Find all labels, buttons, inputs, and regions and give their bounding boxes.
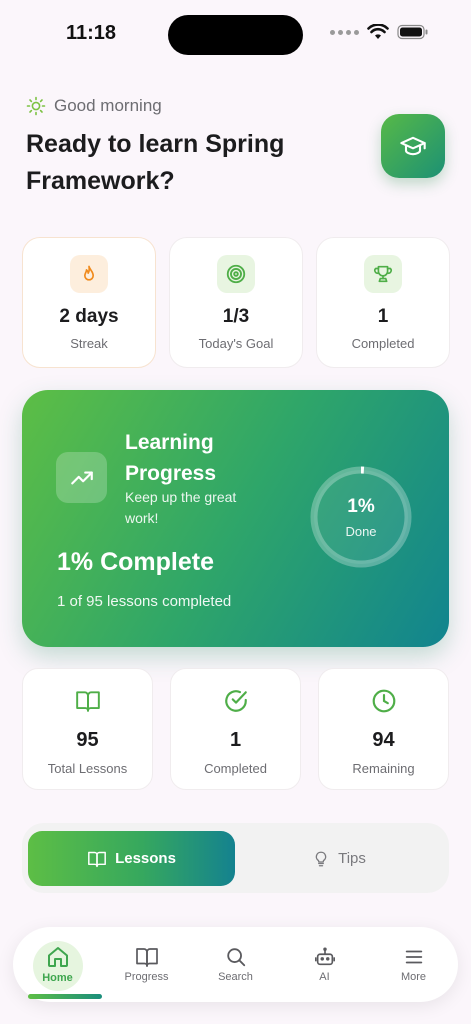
page-title: Ready to learn Spring Framework? bbox=[26, 130, 285, 195]
target-icon bbox=[217, 255, 255, 293]
completed-lessons-value: 1 bbox=[229, 729, 242, 751]
home-icon bbox=[47, 947, 68, 967]
menu-icon bbox=[405, 950, 422, 964]
robot-icon bbox=[314, 947, 335, 966]
book-icon bbox=[88, 851, 106, 867]
ring-label: Done bbox=[345, 523, 377, 539]
battery-icon bbox=[397, 24, 428, 40]
book-icon bbox=[135, 948, 158, 967]
streak-label: Streak bbox=[70, 336, 108, 351]
clock-icon bbox=[370, 687, 398, 715]
trophy-icon bbox=[364, 255, 402, 293]
tab-search-label: Search bbox=[218, 971, 253, 983]
total-lessons-value: 95 bbox=[76, 729, 99, 751]
segment-tips-label: Tips bbox=[338, 850, 366, 867]
wifi-icon bbox=[367, 24, 389, 39]
greeting-row: Good morning bbox=[26, 96, 162, 116]
status-indicators bbox=[330, 24, 429, 40]
tab-search[interactable]: Search bbox=[191, 927, 280, 1002]
daily-goal-label: Today's Goal bbox=[198, 336, 274, 351]
daily-goal-card: 1/3 Today's Goal bbox=[169, 237, 303, 368]
tab-ai-label: AI bbox=[319, 971, 330, 983]
cellular-signal-icon bbox=[330, 29, 359, 35]
remaining-lessons-label: Remaining bbox=[352, 761, 415, 776]
remaining-lessons-card: 94 Remaining bbox=[318, 668, 449, 790]
remaining-lessons-value: 94 bbox=[372, 729, 395, 751]
search-icon bbox=[226, 948, 245, 967]
greeting-text: Good morning bbox=[54, 96, 162, 115]
completed-value: 1 bbox=[377, 306, 389, 327]
trending-up-icon bbox=[56, 452, 107, 503]
tab-progress-label: Progress bbox=[124, 971, 169, 983]
courses-button[interactable] bbox=[381, 114, 445, 178]
progress-ring: 1% Done bbox=[308, 464, 414, 570]
completed-label: Completed bbox=[351, 336, 415, 351]
segment-lessons[interactable]: Lessons bbox=[28, 831, 235, 886]
progress-subtitle: Keep up the great work! bbox=[125, 489, 237, 526]
daily-goal-value: 1/3 bbox=[222, 306, 250, 327]
segment-lessons-label: Lessons bbox=[115, 850, 176, 867]
graduation-cap-icon bbox=[400, 136, 426, 156]
flame-icon bbox=[70, 255, 108, 293]
total-lessons-card: 95 Total Lessons bbox=[22, 668, 153, 790]
bottom-tab-bar: Home Progress Search AI More bbox=[13, 927, 458, 1002]
completed-lessons-card: 1 Completed bbox=[170, 668, 301, 790]
tab-more[interactable]: More bbox=[369, 927, 458, 1002]
total-lessons-label: Total Lessons bbox=[47, 761, 128, 776]
book-icon bbox=[74, 687, 102, 715]
dynamic-island bbox=[168, 15, 303, 55]
tab-more-label: More bbox=[400, 971, 427, 983]
lightbulb-icon bbox=[315, 851, 327, 866]
tab-progress[interactable]: Progress bbox=[102, 927, 191, 1002]
completed-card: 1 Completed bbox=[316, 237, 450, 368]
sun-icon bbox=[26, 96, 46, 116]
learning-progress-card[interactable]: Learning Progress Keep up the great work… bbox=[22, 390, 449, 647]
status-time: 11:18 bbox=[66, 22, 117, 44]
progress-percent: 1% Complete bbox=[57, 548, 214, 576]
tab-ai[interactable]: AI bbox=[280, 927, 369, 1002]
tab-home-label: Home bbox=[42, 972, 73, 984]
streak-card: 2 days Streak bbox=[22, 237, 156, 368]
status-bar: 11:18 bbox=[0, 0, 471, 70]
streak-value: 2 days bbox=[59, 306, 119, 327]
active-tab-indicator bbox=[28, 994, 102, 999]
ring-percent: 1% bbox=[347, 495, 375, 517]
check-circle-icon bbox=[222, 687, 250, 715]
content-segmented-control: Lessons Tips bbox=[22, 823, 449, 893]
tab-home[interactable]: Home bbox=[13, 927, 102, 1002]
completed-lessons-label: Completed bbox=[204, 761, 267, 776]
progress-lessons-count: 1 of 95 lessons completed bbox=[57, 593, 232, 610]
progress-title: Learning Progress bbox=[125, 431, 217, 485]
segment-tips[interactable]: Tips bbox=[235, 831, 443, 886]
